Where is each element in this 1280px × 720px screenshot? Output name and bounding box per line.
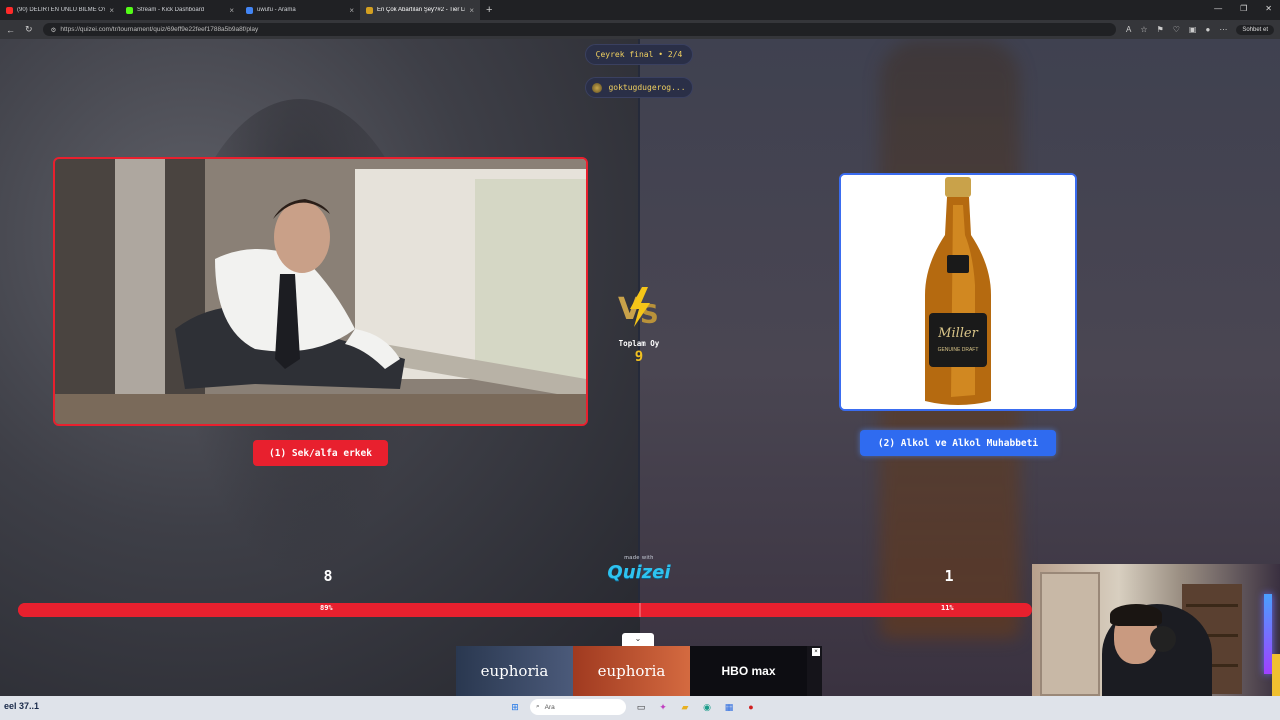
taskbar-search[interactable]: ⌕ Ara xyxy=(530,699,626,715)
copilot-chat-button[interactable]: Sohbet et xyxy=(1236,24,1274,35)
browser-tab-kick[interactable]: Stream - Kick Dashboard × xyxy=(120,0,240,20)
tab-title: (90) DELİRTEN ÜNLÜ BİLME OYUN xyxy=(17,7,106,13)
url-field[interactable]: ⚙ https://quizei.com/tr/tournament/quiz/… xyxy=(42,23,1117,36)
right-vote-percent: 11% xyxy=(941,604,954,612)
restore-icon[interactable]: ❐ xyxy=(1240,4,1247,13)
quizei-icon xyxy=(366,6,373,14)
ad-panel-3[interactable]: HBO max xyxy=(690,646,807,696)
search-icon: ⌕ xyxy=(536,703,540,710)
ad-collapse-button[interactable]: ⌄ xyxy=(622,633,654,646)
ad-panel-text: euphoria xyxy=(597,662,666,680)
ad-banner[interactable]: euphoria euphoria HBO max × xyxy=(456,646,822,696)
favorites-icon[interactable]: ♡ xyxy=(1173,25,1180,34)
reload-icon[interactable]: ↻ xyxy=(25,24,33,35)
beer-bottle-photo: Miller GENUINE DRAFT xyxy=(841,175,1075,409)
tab-title: En Çok Abartılan Şey?#2 - Tier Lis xyxy=(377,7,466,13)
left-vote-fill xyxy=(18,603,921,617)
back-icon[interactable]: ← xyxy=(6,25,15,35)
versus-icon: V S xyxy=(618,287,659,329)
search-icon xyxy=(246,6,253,14)
taskbar-widget[interactable]: eel 37..1 xyxy=(4,701,39,711)
ad-panel-text: HBO max xyxy=(721,663,776,678)
webcam-neon-light xyxy=(1264,594,1272,674)
option-right-image[interactable]: Miller GENUINE DRAFT xyxy=(839,173,1077,411)
vote-progress-bar xyxy=(18,603,1032,617)
close-window-icon[interactable]: ✕ xyxy=(1265,4,1272,13)
bar-midline xyxy=(639,603,641,617)
obs-icon[interactable]: ● xyxy=(744,700,758,714)
ad-panel-1[interactable]: euphoria xyxy=(456,646,573,696)
browser-tab-youtube[interactable]: (90) DELİRTEN ÜNLÜ BİLME OYUN × xyxy=(0,0,120,20)
left-vote-count: 8 xyxy=(323,567,333,585)
webcam-microphone xyxy=(1150,626,1176,652)
translate-icon[interactable]: A xyxy=(1126,25,1131,34)
ad-panel-text: euphoria xyxy=(480,662,549,680)
option-right-button[interactable]: (2) Alkol ve Alkol Muhabbeti xyxy=(860,430,1056,456)
browser-address-bar: ← ↻ ⚙ https://quizei.com/tr/tournament/q… xyxy=(0,20,1280,39)
ad-panel-2[interactable]: euphoria xyxy=(573,646,690,696)
more-menu-icon[interactable]: ⋯ xyxy=(1219,25,1227,34)
username: goktugdugerog... xyxy=(608,83,686,92)
total-votes-value: 9 xyxy=(634,349,644,365)
edge-browser-icon[interactable]: ◉ xyxy=(700,700,714,714)
new-tab-button[interactable]: + xyxy=(486,4,492,16)
collections-icon[interactable]: ▣ xyxy=(1189,25,1197,34)
windows-start-icon[interactable]: ⊞ xyxy=(508,700,522,714)
quizei-logo[interactable]: Quizei xyxy=(604,562,674,583)
extensions-icon[interactable]: ⚑ xyxy=(1157,25,1164,34)
tab-title: uwufu - Arama xyxy=(257,7,296,13)
right-vote-count: 1 xyxy=(944,567,954,585)
close-tab-icon[interactable]: × xyxy=(349,6,354,15)
center-divider xyxy=(638,39,640,619)
round-badge: Çeyrek final • 2/4 xyxy=(585,44,693,65)
browser-tab-quizei[interactable]: En Çok Abartılan Şey?#2 - Tier Lis × xyxy=(360,0,480,20)
close-tab-icon[interactable]: × xyxy=(229,6,234,15)
svg-text:Miller: Miller xyxy=(937,326,978,341)
minimize-icon[interactable]: — xyxy=(1214,4,1222,13)
webcam-lamp xyxy=(1272,654,1280,696)
profile-avatar[interactable]: ● xyxy=(1205,25,1210,34)
option-left-image[interactable] xyxy=(53,157,588,426)
copilot-icon[interactable]: ✦ xyxy=(656,700,670,714)
streamer-webcam xyxy=(1032,564,1280,696)
tab-title: Stream - Kick Dashboard xyxy=(137,7,205,13)
option-left-button[interactable]: (1) Sek/alfa erkek xyxy=(253,440,388,466)
close-tab-icon[interactable]: × xyxy=(109,6,114,15)
left-vote-percent: 89% xyxy=(320,604,333,612)
user-avatar xyxy=(592,82,603,93)
webcam-door xyxy=(1040,572,1100,696)
webcam-hair xyxy=(1110,604,1162,626)
url-text: https://quizei.com/tr/tournament/quiz/69… xyxy=(60,26,259,33)
made-with-label: made with xyxy=(624,555,654,561)
address-bar-tools: A ☆ ⚑ ♡ ▣ ● ⋯ Sohbet et xyxy=(1126,24,1274,35)
taskbar-apps: ⊞ ⌕ Ara ▭ ✦ ▰ ◉ ▦ ● xyxy=(508,699,758,715)
ad-close-icon[interactable]: × xyxy=(812,648,820,656)
windows-taskbar: eel 37..1 ⊞ ⌕ Ara ▭ ✦ ▰ ◉ ▦ ● xyxy=(0,696,1280,720)
site-info-icon[interactable]: ⚙ xyxy=(51,26,57,34)
taskbar-search-text: Ara xyxy=(544,703,555,711)
total-votes-label: Toplam Oy xyxy=(618,339,660,348)
browser-tab-search[interactable]: uwufu - Arama × xyxy=(240,0,360,20)
user-badge: goktugdugerog... xyxy=(585,77,693,98)
businessman-photo xyxy=(55,159,586,424)
bookmark-star-icon[interactable]: ☆ xyxy=(1140,25,1147,34)
kick-icon xyxy=(126,6,133,14)
svg-text:GENUINE DRAFT: GENUINE DRAFT xyxy=(938,347,979,353)
youtube-icon xyxy=(6,6,13,14)
close-tab-icon[interactable]: × xyxy=(469,6,474,15)
browser-tab-bar: (90) DELİRTEN ÜNLÜ BİLME OYUN × Stream -… xyxy=(0,0,1280,20)
task-view-icon[interactable]: ▭ xyxy=(634,700,648,714)
file-explorer-icon[interactable]: ▰ xyxy=(678,700,692,714)
store-icon[interactable]: ▦ xyxy=(722,700,736,714)
window-controls: — ❐ ✕ xyxy=(1214,4,1272,13)
